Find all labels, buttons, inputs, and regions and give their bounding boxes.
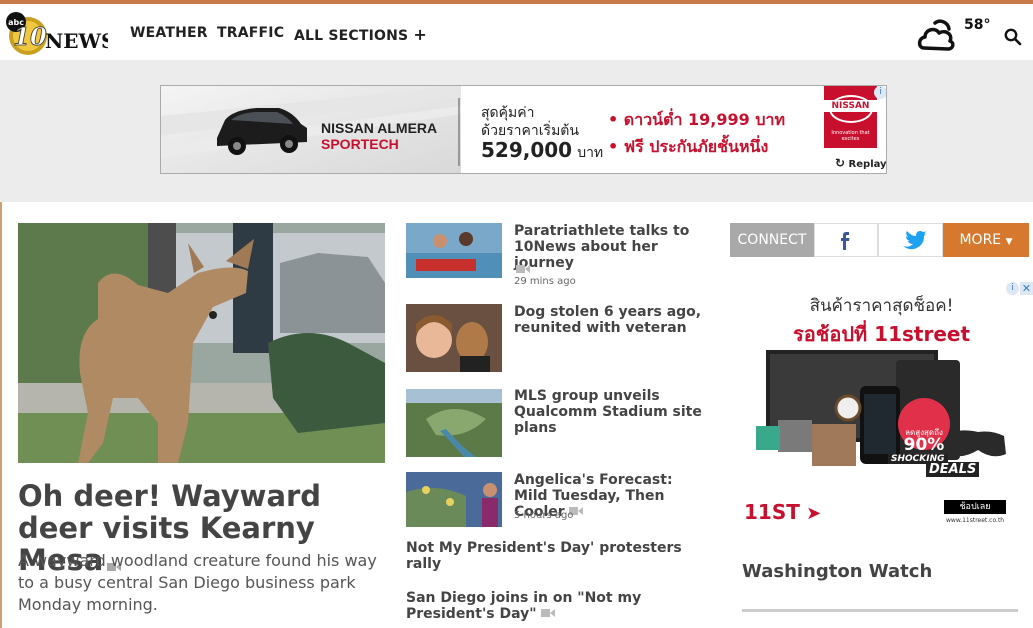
featured-deer-image[interactable]	[18, 223, 385, 463]
side-ad-brand-logo: 11ST ➤	[744, 500, 821, 524]
logo-number-text: 10	[13, 22, 47, 51]
featured-summary: A wayward woodland creature found his wa…	[18, 551, 377, 614]
story-title[interactable]: Dog stolen 6 years ago, reunited with ve…	[514, 304, 704, 336]
nissan-banner-ad[interactable]: NISSAN ALMERA SPORTECH สุดคุ้มค่า ด้วยรา…	[160, 85, 887, 174]
side-ad-products-image	[756, 350, 1006, 466]
story-thumbnail-dog[interactable]	[406, 304, 502, 372]
temperature-readout: 58°	[964, 17, 991, 33]
story-timestamp: 29 mins ago	[514, 276, 576, 287]
side-ad-deals: DEALS	[926, 462, 980, 477]
story-title-text: San Diego joins in on "Not my President'…	[406, 590, 642, 622]
washington-watch-heading[interactable]: Washington Watch	[742, 561, 932, 582]
replay-icon: ↻	[835, 156, 846, 170]
side-ad-brand-text: 11ST	[744, 500, 800, 524]
arrow-right-icon: ➤	[799, 503, 822, 524]
story-title-not-my-president[interactable]: San Diego joins in on "Not my President'…	[406, 590, 706, 622]
plus-icon: +	[413, 25, 428, 44]
story-title-protesters[interactable]: Not My President's Day' protesters rally	[406, 540, 706, 572]
ad-offer-insurance: • ฟรี ประกันภัยชั้นหนึ่ง	[608, 137, 769, 156]
twitter-button[interactable]	[878, 223, 943, 257]
ad-price: 529,000 บาท	[481, 138, 603, 164]
story-thumbnail-forecast[interactable]	[406, 472, 502, 527]
side-ad-badge-percent: 90%	[903, 435, 945, 455]
story-title[interactable]: Paratriathlete talks to 10News about her…	[514, 223, 704, 271]
story-thumbnail-stadium[interactable]	[406, 389, 502, 457]
facebook-button[interactable]	[814, 223, 878, 257]
video-camera-icon	[540, 606, 555, 622]
caret-down-icon: ▼	[1005, 237, 1013, 247]
section-divider	[742, 609, 1018, 612]
side-ad-url: www.11street.co.th	[946, 517, 1005, 524]
nissan-logo-box: NISSAN Innovation that excites	[824, 86, 877, 148]
ad-replay-label: Replay	[848, 159, 887, 170]
nissan-tagline: Innovation that excites	[831, 130, 870, 142]
nissan-brand-text: NISSAN	[824, 100, 877, 112]
ad-replay-button[interactable]: ↻ Replay	[835, 156, 887, 170]
nav-all-sections-label: ALL SECTIONS	[294, 28, 409, 44]
facebook-icon	[841, 232, 850, 250]
connect-label: CONNECT	[730, 223, 814, 257]
ad-car-name: NISSAN ALMERA	[321, 120, 438, 136]
side-ad-line-1: สินค้าราคาสุดช็อค!	[809, 296, 954, 316]
ad-car-variant: SPORTECH	[321, 136, 399, 152]
story-title[interactable]: MLS group unveils Qualcomm Stadium site …	[514, 388, 704, 436]
more-button-label: MORE	[959, 232, 1002, 248]
nav-weather[interactable]: WEATHER	[130, 25, 208, 41]
story-thumbnail-paratriathlete[interactable]	[406, 223, 502, 278]
ad-price-value: 529,000	[481, 138, 573, 162]
ad-price-unit: บาท	[577, 145, 604, 161]
more-button[interactable]: MORE ▼	[943, 223, 1029, 257]
story-timestamp: 5 hours ago	[514, 510, 574, 521]
twitter-icon	[903, 231, 926, 250]
side-ad-cta-button[interactable]: ช้อปเลย	[944, 500, 1006, 514]
ad-info-icon[interactable]: i	[874, 86, 886, 99]
ad-offer-down-payment: • ดาวน์ต่ำ 19,999 บาท	[608, 110, 786, 129]
side-ad-line-2: รอช้อปที่ 11street	[792, 322, 971, 346]
ad-close-icon[interactable]: ✕	[1020, 282, 1033, 295]
abc10news-logo[interactable]: abc 10 NEWS	[4, 12, 115, 58]
nav-all-sections[interactable]: ALL SECTIONS +	[294, 25, 427, 44]
logo-news-text: NEWS	[45, 29, 108, 53]
nav-traffic[interactable]: TRAFFIC	[217, 25, 284, 41]
site-header: abc 10 NEWS WEATHER TRAFFIC ALL SECTIONS…	[0, 4, 1033, 60]
weather-cloud-icon[interactable]	[916, 16, 956, 56]
11street-side-ad[interactable]: สินค้าราคาสุดช็อค! รอช้อปที่ 11street i …	[730, 282, 1033, 532]
ad-info-icon[interactable]: i	[1006, 282, 1019, 295]
search-icon[interactable]	[1004, 28, 1022, 50]
